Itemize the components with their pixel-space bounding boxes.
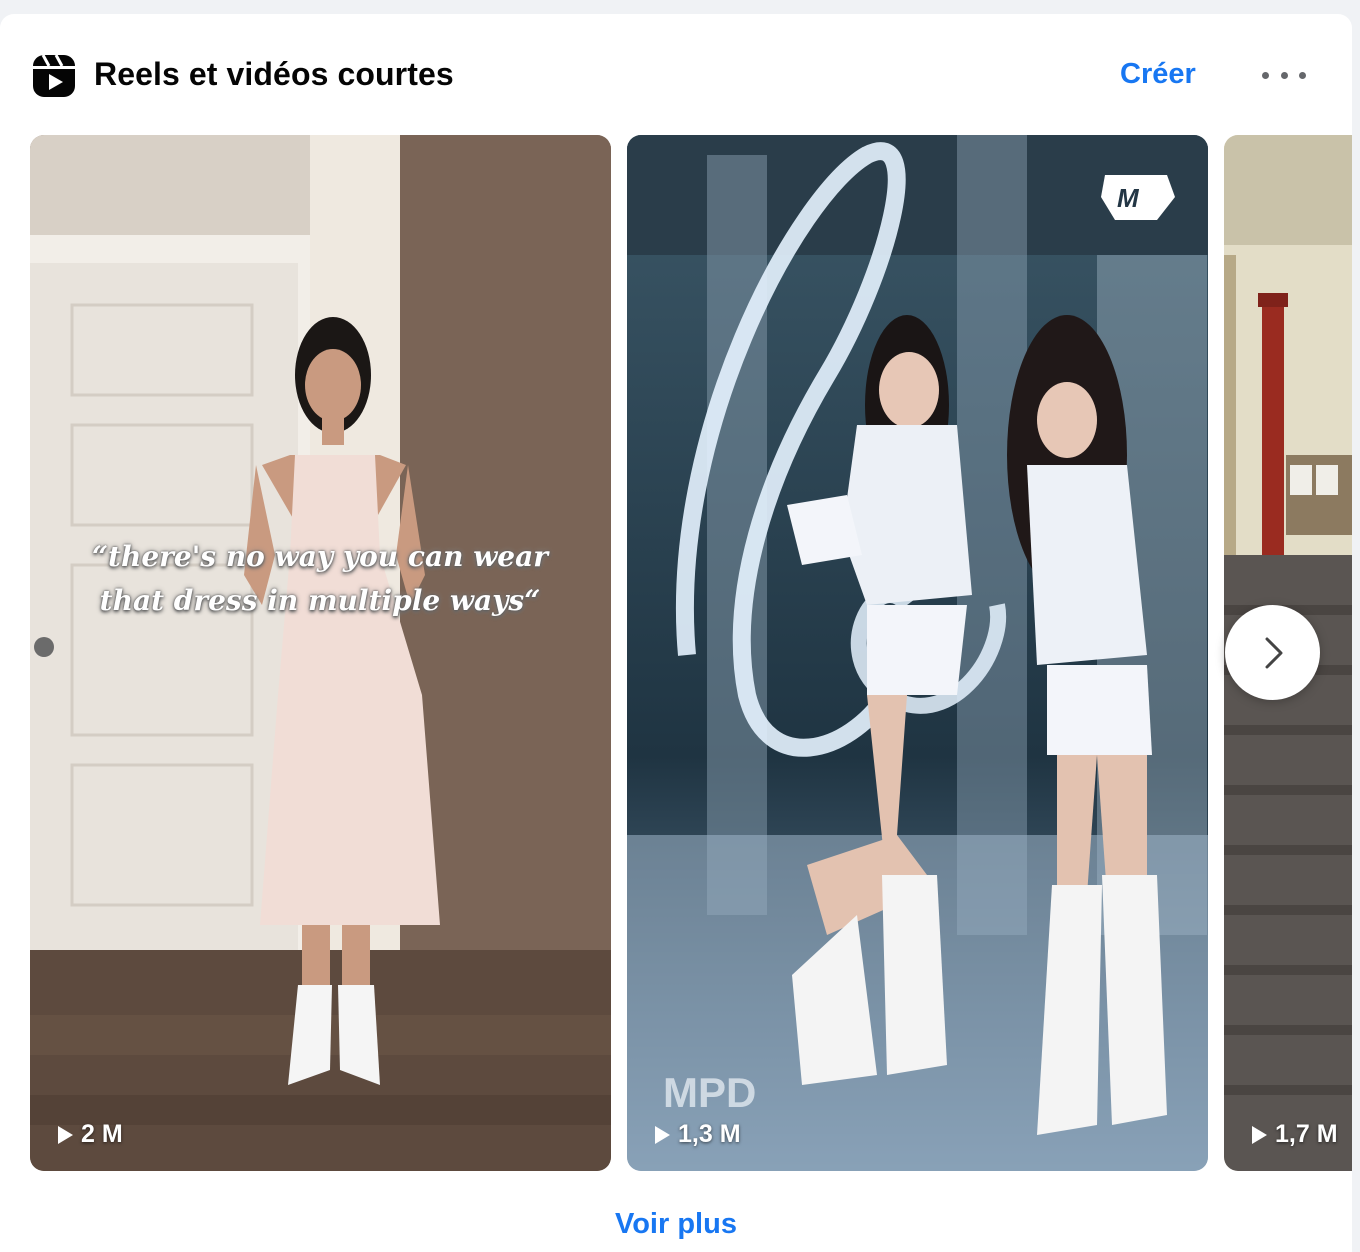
chevron-right-icon: [1265, 637, 1282, 668]
svg-text:M: M: [1117, 183, 1140, 213]
more-options-icon[interactable]: [1262, 58, 1306, 92]
view-count: 1,3 M: [655, 1120, 741, 1149]
reel-thumbnail-2: M MPD: [627, 135, 1208, 1171]
reel-card-1[interactable]: “there's no way you can wear that dress …: [30, 135, 611, 1171]
play-icon: [655, 1125, 670, 1144]
view-count-text: 2 M: [81, 1120, 123, 1148]
play-icon: [1252, 1125, 1267, 1144]
reels-section: Reels et vidéos courtes Créer “there's n…: [0, 14, 1352, 1252]
view-count-text: 1,7 M: [1275, 1120, 1338, 1148]
create-button[interactable]: Créer: [1120, 58, 1196, 91]
reel-caption: “there's no way you can wear that dress …: [91, 540, 549, 617]
view-count: 2 M: [58, 1120, 123, 1149]
section-title: Reels et vidéos courtes: [94, 56, 454, 92]
view-count-text: 1,3 M: [678, 1120, 741, 1148]
reel-card-2[interactable]: M MPD 1,3 M: [627, 135, 1208, 1171]
reel-thumbnail-1: [30, 135, 611, 1171]
see-more-link[interactable]: Voir plus: [0, 1208, 1352, 1241]
reels-icon: [33, 54, 75, 97]
play-icon: [58, 1125, 73, 1144]
section-header: Reels et vidéos courtes Créer: [0, 14, 1352, 134]
svg-text:MPD: MPD: [663, 1069, 756, 1116]
next-button[interactable]: [1225, 605, 1320, 700]
view-count: 1,7 M: [1252, 1120, 1338, 1149]
